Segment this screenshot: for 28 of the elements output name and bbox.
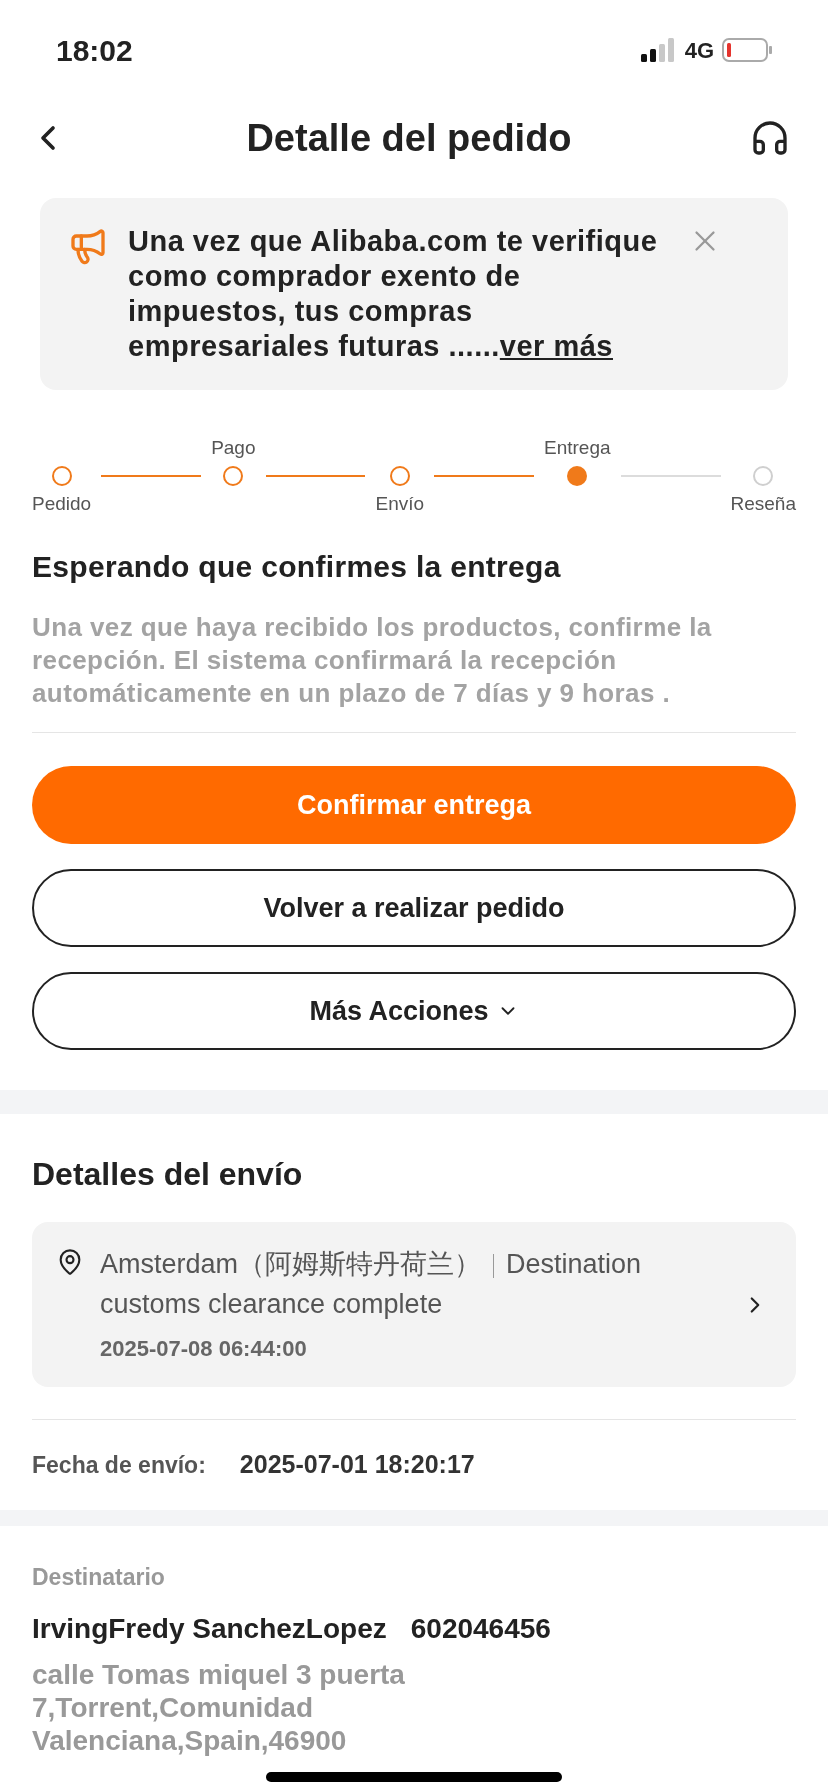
more-actions-button[interactable]: Más Acciones xyxy=(32,972,796,1050)
recipient-name: IrvingFredy SanchezLopez xyxy=(32,1612,387,1646)
notice-text: Una vez que Alibaba.com te verifique como comprador exento de impuestos, tus compras empresariales futuras ......ver más xyxy=(128,224,659,364)
tracking-time: 2025-07-08 06:44:00 xyxy=(100,1335,308,1363)
recipient-address: calle Tomas miquel 3 puerta 7,Torrent,Comunidad Valenciana,Spain,46900 xyxy=(32,1658,406,1757)
headset-icon[interactable] xyxy=(750,118,790,158)
reorder-button[interactable]: Volver a realizar pedido xyxy=(32,869,796,947)
page-title: Detalle del pedido xyxy=(246,115,572,161)
megaphone-icon xyxy=(68,226,108,266)
network-label: 4G xyxy=(684,36,714,65)
see-more-link[interactable]: ver más xyxy=(499,330,613,362)
signal-icon xyxy=(640,38,677,62)
ship-date-label: Fecha de envío: xyxy=(32,1450,206,1480)
step-label: Reseña xyxy=(730,492,796,516)
recipient-phone: 602046456 xyxy=(410,1612,551,1646)
step-label: Envío xyxy=(375,492,425,516)
step-label: Pedido xyxy=(32,492,92,516)
step-label: Entrega xyxy=(544,435,611,460)
ship-date-value: 2025-07-01 18:20:17 xyxy=(239,1449,475,1480)
status-title: Esperando que confirmes la entrega xyxy=(32,549,562,585)
tracking-card[interactable]: Amsterdam（阿姆斯特丹荷兰） Destination customs clearance complete 2025-07-08 06:44:00 xyxy=(32,1222,796,1387)
status-description: Una vez que haya recibido los productos, confirme la recepción. El sistema confirmará la recepción automáticamente en un plazo de 7 días y 9 horas . xyxy=(32,611,713,710)
status-time: 18:02 xyxy=(56,32,133,69)
step-label: Pago xyxy=(211,435,256,460)
tracking-status: Amsterdam（阿姆斯特丹荷兰） Destination customs clearance complete xyxy=(100,1248,643,1321)
section-title: Detalles del envío xyxy=(32,1155,304,1194)
recipient-label: Destinatario xyxy=(32,1562,166,1592)
battery-icon xyxy=(722,38,772,62)
